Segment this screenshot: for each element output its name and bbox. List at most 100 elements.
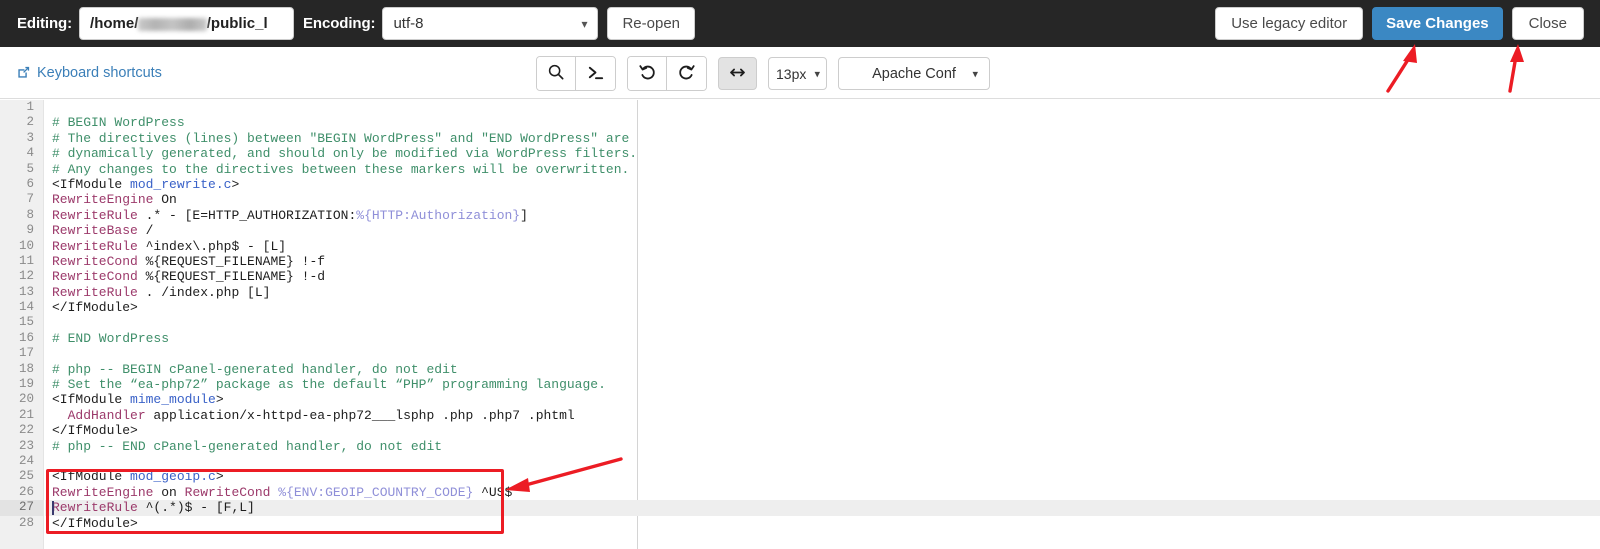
code-token-tag: <IfModule xyxy=(52,392,131,408)
code-line[interactable]: </IfModule> xyxy=(45,300,1600,315)
encoding-select[interactable]: utf-8 xyxy=(382,7,599,40)
code-token-plain: %{REQUEST_FILENAME} !-f xyxy=(137,253,326,269)
code-line[interactable]: AddHandler application/x-httpd-ea-php72_… xyxy=(45,408,1600,423)
font-size-select[interactable]: 13px xyxy=(768,57,827,90)
console-button[interactable] xyxy=(576,57,615,90)
code-line[interactable]: <IfModule mime_module> xyxy=(45,392,1600,407)
code-line[interactable]: # Any changes to the directives between … xyxy=(45,162,1600,177)
code-token-directive: RewriteRule xyxy=(52,500,138,516)
code-line[interactable]: RewriteRule .* - [E=HTTP_AUTHORIZATION:%… xyxy=(45,208,1600,223)
line-number: 1 xyxy=(26,100,34,114)
code-line[interactable] xyxy=(45,315,1600,330)
code-token-tag: <IfModule xyxy=(52,176,131,192)
line-number: 13 xyxy=(18,284,34,299)
code-token-tag: </IfModule> xyxy=(52,300,138,316)
code-line[interactable]: # The directives (lines) between "BEGIN … xyxy=(45,131,1600,146)
code-token-directive: RewriteEngine xyxy=(52,192,154,208)
search-button[interactable] xyxy=(537,57,576,90)
redo-button[interactable] xyxy=(667,57,706,90)
code-token-comment: # php -- BEGIN cPanel-generated handler,… xyxy=(52,361,458,377)
code-line[interactable]: RewriteEngine On xyxy=(45,192,1600,207)
line-number: 8 xyxy=(26,207,34,222)
undo-arrow-icon xyxy=(638,63,657,85)
line-number: 20 xyxy=(18,392,34,407)
code-token-comment: # dynamically generated, and should only… xyxy=(52,146,638,162)
code-token-tag: > xyxy=(231,176,240,192)
line-number: 11 xyxy=(18,253,34,268)
top-header-bar: Editing: /home/mwa-admin/public_l Encodi… xyxy=(0,0,1600,47)
code-token-modname: mod_rewrite.c xyxy=(130,176,232,192)
code-line[interactable]: RewriteCond %{REQUEST_FILENAME} !-d xyxy=(45,269,1600,284)
code-line[interactable]: RewriteEngine on RewriteCond %{ENV:GEOIP… xyxy=(45,485,1600,500)
code-editor[interactable]: 1 2 3 4 5 6 7 8 9 10 11 12 13 14 15 16 17 18 19 20 21 22 23 24 2… xyxy=(0,100,1600,549)
code-line[interactable]: <IfModule mod_rewrite.c> xyxy=(45,177,1600,192)
external-link-icon xyxy=(16,65,31,80)
code-line[interactable]: RewriteBase / xyxy=(45,223,1600,238)
use-legacy-editor-button[interactable]: Use legacy editor xyxy=(1215,7,1364,40)
close-button[interactable]: Close xyxy=(1511,7,1584,40)
code-token-plain: On xyxy=(153,192,177,208)
file-path-redacted-username: mwa-admin xyxy=(138,18,207,31)
code-token-tag: > xyxy=(215,469,224,485)
keyboard-shortcuts-link[interactable]: Keyboard shortcuts xyxy=(16,65,162,81)
code-line[interactable]: RewriteRule . /index.php [L] xyxy=(45,285,1600,300)
code-line[interactable] xyxy=(45,100,1600,115)
editor-toolbar-row: Keyboard shortcuts 13px ▾ Apache Conf ▾ xyxy=(0,47,1600,99)
code-line[interactable]: # php -- BEGIN cPanel-generated handler,… xyxy=(45,362,1600,377)
code-token-plain: %{REQUEST_FILENAME} !-d xyxy=(137,269,326,285)
code-token-directive: RewriteRule xyxy=(52,284,138,300)
code-token-comment: # The directives (lines) between "BEGIN … xyxy=(52,130,630,146)
code-token-plain: . /index.php [L] xyxy=(137,284,271,300)
file-path-field[interactable]: /home/mwa-admin/public_l xyxy=(79,7,295,40)
code-line[interactable]: RewriteRule ^index\.php$ - [L] xyxy=(45,239,1600,254)
code-token-comment: # php -- END cPanel-generated handler, d… xyxy=(52,438,443,454)
code-token-directive: RewriteBase xyxy=(52,223,138,239)
code-line[interactable]: </IfModule> xyxy=(45,423,1600,438)
code-line[interactable] xyxy=(45,454,1600,469)
code-line[interactable]: RewriteRule ^(.*)$ - [F,L] xyxy=(45,500,1600,516)
code-token-plain: .* - [E=HTTP_AUTHORIZATION: xyxy=(137,207,357,223)
encoding-select-wrapper: utf-8 ▾ xyxy=(382,7,599,40)
code-line[interactable]: </IfModule> xyxy=(45,516,1600,531)
line-number: 26 xyxy=(18,484,34,499)
code-line[interactable]: # END WordPress xyxy=(45,331,1600,346)
code-token-comment: # END WordPress xyxy=(52,330,170,346)
code-line[interactable]: <IfModule mod_geoip.c> xyxy=(45,469,1600,484)
undo-button[interactable] xyxy=(628,57,667,90)
code-token-var: %{ENV:GEOIP_COUNTRY_CODE} xyxy=(278,484,474,500)
code-line[interactable]: # dynamically generated, and should only… xyxy=(45,146,1600,161)
line-number: 2 xyxy=(26,115,34,130)
code-token-comment: # Any changes to the directives between … xyxy=(52,161,630,177)
code-line[interactable]: # BEGIN WordPress xyxy=(45,115,1600,130)
line-number: 15 xyxy=(18,315,34,330)
code-content-area[interactable]: # BEGIN WordPress # The directives (lines… xyxy=(45,100,1600,549)
search-icon xyxy=(547,63,565,84)
horizontal-arrows-icon xyxy=(728,63,747,85)
syntax-mode-select[interactable]: Apache Conf xyxy=(838,57,990,90)
code-line[interactable]: # php -- END cPanel-generated handler, d… xyxy=(45,439,1600,454)
redo-arrow-icon xyxy=(677,63,696,85)
terminal-prompt-icon xyxy=(586,63,605,85)
code-token-tag: </IfModule> xyxy=(52,423,138,439)
file-path-prefix: /home/ xyxy=(90,15,139,32)
code-token-plain: / xyxy=(137,223,154,239)
code-token-directive: RewriteRule xyxy=(52,238,138,254)
code-line[interactable]: # Set the “ea-php72” package as the defa… xyxy=(45,377,1600,392)
editor-tool-buttons: 13px ▾ Apache Conf ▾ xyxy=(536,56,990,91)
code-token-comment: # Set the “ea-php72” package as the defa… xyxy=(52,377,606,393)
save-changes-button[interactable]: Save Changes xyxy=(1372,7,1503,40)
syntax-mode-select-wrapper: Apache Conf ▾ xyxy=(838,57,990,90)
line-number: 25 xyxy=(18,469,34,484)
line-number-gutter: 1 2 3 4 5 6 7 8 9 10 11 12 13 14 15 16 17 18 19 20 21 22 23 24 2… xyxy=(0,100,44,549)
word-wrap-toggle-button[interactable] xyxy=(718,57,757,90)
line-number: 17 xyxy=(18,346,34,361)
code-token-directive: RewriteCond xyxy=(184,484,271,500)
code-line[interactable]: RewriteCond %{REQUEST_FILENAME} !-f xyxy=(45,254,1600,269)
code-token-plain: ^(.*)$ - [F,L] xyxy=(137,500,255,516)
reopen-button[interactable]: Re-open xyxy=(607,7,696,40)
line-number: 21 xyxy=(18,407,34,422)
code-token-directive: RewriteCond xyxy=(52,253,138,269)
code-line[interactable] xyxy=(45,346,1600,361)
line-number: 19 xyxy=(18,377,34,392)
